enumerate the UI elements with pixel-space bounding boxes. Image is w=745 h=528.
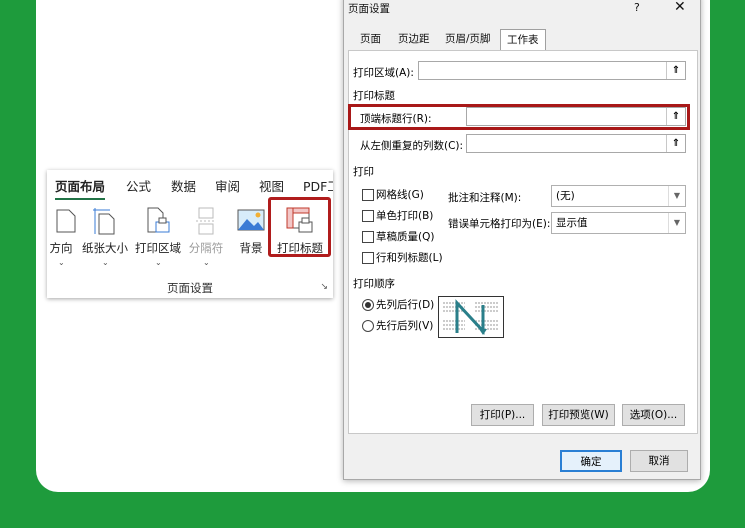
black-and-white-checkbox[interactable] xyxy=(362,210,374,222)
page-order-section-label: 打印顺序 xyxy=(353,278,395,290)
background-image-icon xyxy=(237,209,265,231)
draft-quality-label: 草稿质量(Q) xyxy=(376,231,435,243)
gridlines-label: 网格线(G) xyxy=(376,189,424,201)
cancel-button[interactable]: 取消 xyxy=(630,450,688,472)
down-then-over-label: 先列后行(D) xyxy=(376,299,435,311)
cols-to-repeat-label: 从左侧重复的列数(C): xyxy=(360,140,464,152)
background-label: 背景 xyxy=(239,241,263,255)
black-and-white-label: 单色打印(B) xyxy=(376,210,434,222)
print-area-field-label: 打印区域(A): xyxy=(353,67,414,79)
ok-button[interactable]: 确定 xyxy=(560,450,622,472)
paper-size-icon xyxy=(93,208,115,235)
print-button[interactable]: 打印(P)... xyxy=(471,404,534,426)
errors-select[interactable]: 显示值 ▼ xyxy=(551,212,686,234)
collapse-dialog-icon[interactable]: ⇑ xyxy=(666,62,685,79)
tab-data[interactable]: 数据 xyxy=(171,176,196,195)
chevron-down-icon: ▼ xyxy=(668,213,685,233)
breaks-icon xyxy=(196,207,216,235)
rows-to-repeat-highlight xyxy=(348,104,690,130)
tab-page[interactable]: 页面 xyxy=(354,29,387,49)
draft-quality-checkbox[interactable] xyxy=(362,231,374,243)
over-then-down-label: 先行后列(V) xyxy=(376,320,434,332)
page-order-preview xyxy=(438,296,504,338)
chevron-down-icon: ⌄ xyxy=(58,258,65,267)
collapse-dialog-icon[interactable]: ⇑ xyxy=(666,135,685,152)
print-area-field[interactable]: ⇑ xyxy=(418,61,686,80)
page-order-diagram-icon xyxy=(443,299,499,335)
tab-header-footer[interactable]: 页眉/页脚 xyxy=(439,29,497,49)
tab-page-layout[interactable]: 页面布局 xyxy=(55,176,106,200)
page-setup-group-label: 页面设置 xyxy=(167,281,213,295)
chevron-down-icon: ▼ xyxy=(668,186,685,206)
orientation-label: 方向 xyxy=(49,241,73,255)
chevron-down-icon: ⌄ xyxy=(203,258,210,267)
print-area-label: 打印区域 xyxy=(135,241,181,255)
tab-sheet[interactable]: 工作表 xyxy=(500,29,546,51)
comments-label: 批注和注释(M): xyxy=(448,192,522,204)
chevron-down-icon: ⌄ xyxy=(155,258,162,267)
orientation-icon xyxy=(56,209,76,233)
tab-view[interactable]: 视图 xyxy=(259,176,284,195)
comments-value: (无) xyxy=(556,190,575,202)
ribbon-tabs: 页面布局 公式 数据 审阅 视图 PDF工 xyxy=(47,170,333,200)
comments-select[interactable]: (无) ▼ xyxy=(551,185,686,207)
breaks-label: 分隔符 xyxy=(188,241,224,255)
row-col-headings-label: 行和列标题(L) xyxy=(376,252,443,264)
errors-value: 显示值 xyxy=(556,217,588,229)
down-then-over-radio[interactable] xyxy=(362,299,374,311)
row-col-headings-checkbox[interactable] xyxy=(362,252,374,264)
cols-to-repeat-field[interactable]: ⇑ xyxy=(466,134,686,153)
print-preview-button[interactable]: 打印预览(W) xyxy=(542,404,615,426)
help-icon[interactable]: ? xyxy=(634,1,640,14)
tab-review[interactable]: 审阅 xyxy=(215,176,240,195)
print-area-icon xyxy=(147,207,170,233)
close-icon[interactable]: ✕ xyxy=(674,0,686,15)
gridlines-checkbox[interactable] xyxy=(362,189,374,201)
chevron-down-icon: ⌄ xyxy=(102,258,109,267)
tab-pdf[interactable]: PDF工 xyxy=(303,176,333,195)
over-then-down-radio[interactable] xyxy=(362,320,374,332)
paper-size-label: 纸张大小 xyxy=(82,241,128,255)
print-titles-section-label: 打印标题 xyxy=(353,90,395,102)
dialog-title: 页面设置 xyxy=(348,3,390,15)
tab-margins[interactable]: 页边距 xyxy=(392,29,436,49)
errors-label: 错误单元格打印为(E): xyxy=(448,218,551,230)
print-section-label: 打印 xyxy=(353,166,374,178)
print-titles-highlight xyxy=(268,197,331,257)
dialog-launcher-icon[interactable]: ↘ xyxy=(320,282,328,292)
tab-formulas[interactable]: 公式 xyxy=(126,176,151,195)
options-button[interactable]: 选项(O)... xyxy=(622,404,685,426)
